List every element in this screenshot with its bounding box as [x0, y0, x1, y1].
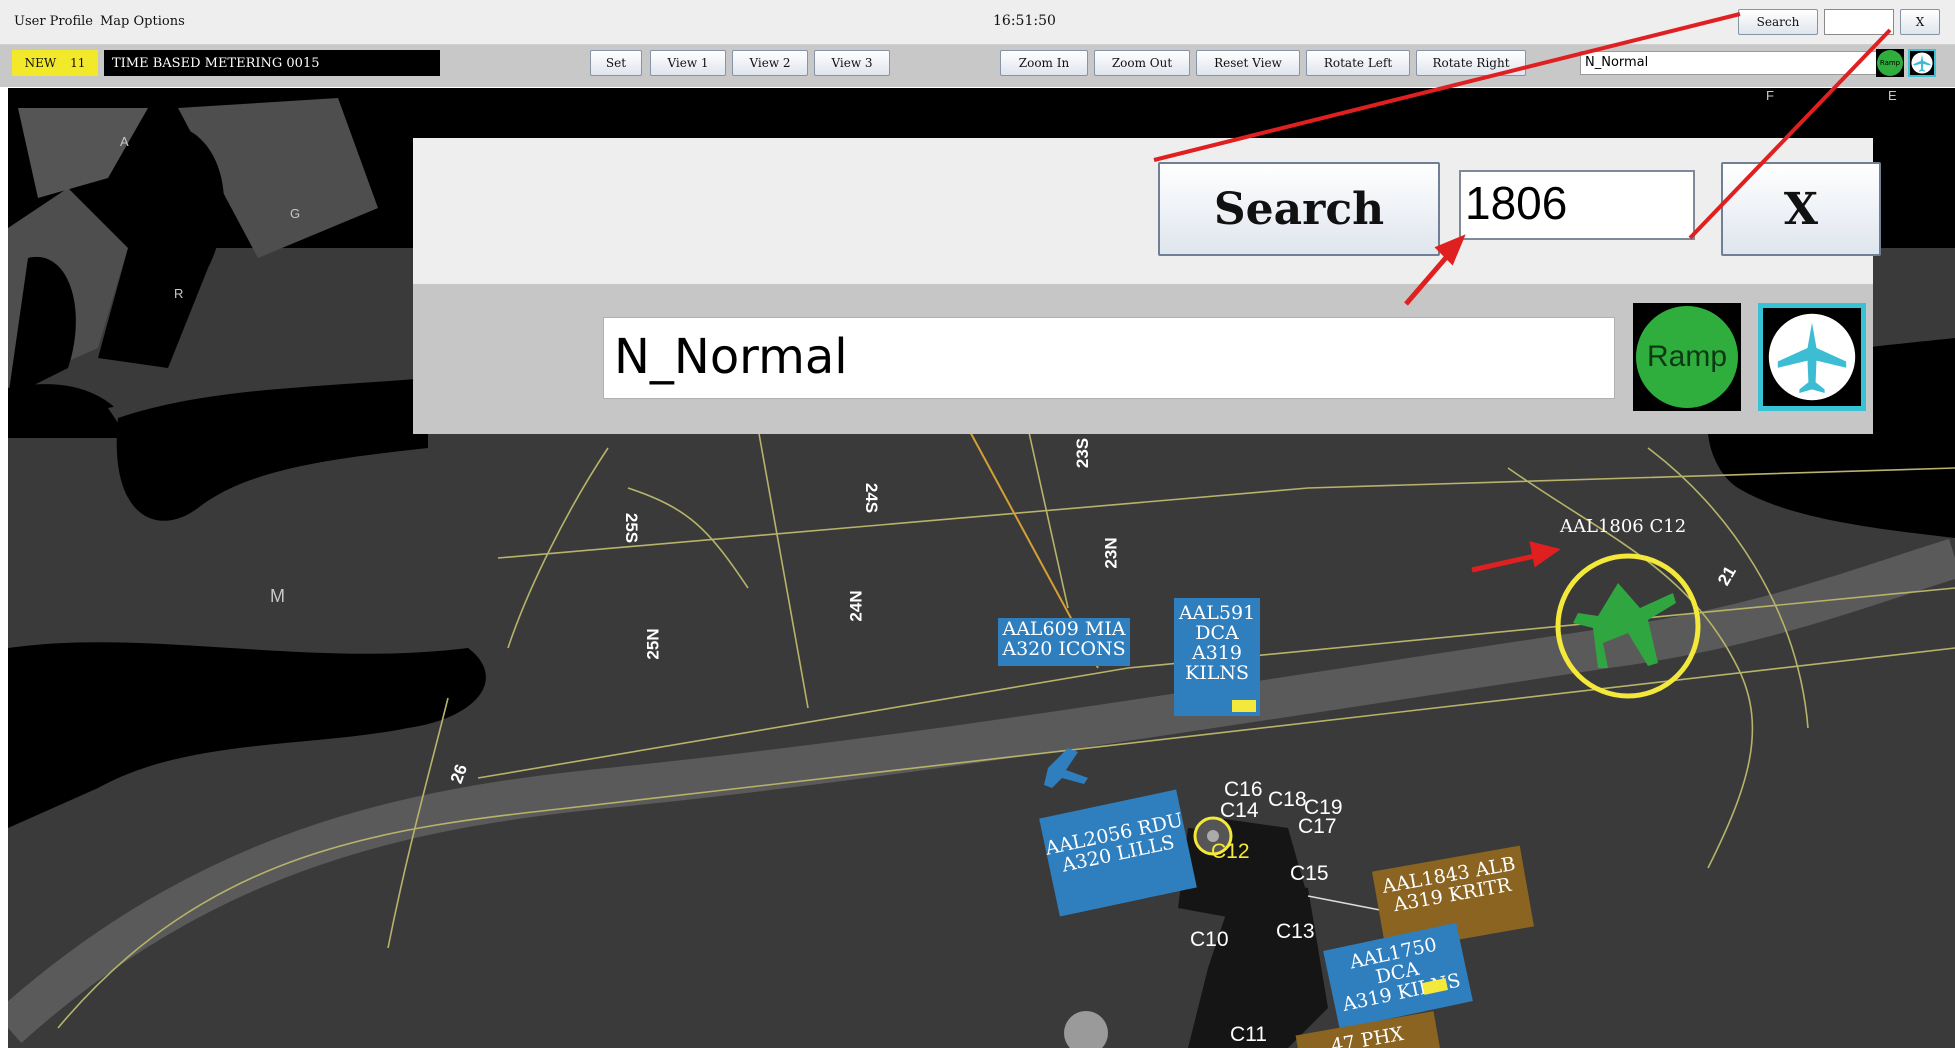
- set-button[interactable]: Set: [590, 50, 642, 76]
- zoom-search-input[interactable]: 1806: [1459, 170, 1695, 240]
- taxiway-label-24s: 24S: [862, 482, 882, 514]
- zone-label-g: G: [290, 206, 301, 221]
- gate-label: C18: [1268, 788, 1307, 811]
- flight-tag-aal1806[interactable]: AAL1806 C12: [1560, 516, 1687, 537]
- view2-button[interactable]: View 2: [732, 50, 808, 76]
- menu-user-profile[interactable]: User Profile: [14, 14, 93, 29]
- gate-label: C14: [1220, 799, 1259, 822]
- flight-line: A320 ICONS: [1002, 637, 1126, 660]
- menu-bar: User Profile Map Options 16:51:50 Search…: [0, 0, 1955, 45]
- gate-label: C10: [1190, 928, 1229, 951]
- flight-tag-aal609[interactable]: AAL609 MIA A320 ICONS: [998, 618, 1130, 666]
- flight-line: AAL591: [1178, 602, 1256, 624]
- zone-label-a: A: [120, 134, 129, 149]
- ramp-button[interactable]: Ramp: [1876, 49, 1904, 77]
- rotate-left-button[interactable]: Rotate Left: [1306, 50, 1410, 76]
- gate-label: C11: [1230, 1023, 1267, 1046]
- gate-label: C15: [1290, 862, 1329, 885]
- airplane-icon: [1768, 313, 1856, 401]
- taxiway-label-24n: 24N: [846, 590, 866, 622]
- metering-status: TIME BASED METERING 0015: [104, 50, 440, 76]
- taxiway-label-23n: 23N: [1101, 537, 1121, 569]
- new-label: NEW: [24, 56, 57, 70]
- gate-label: C13: [1276, 920, 1315, 943]
- profile-field[interactable]: N_Normal: [1580, 51, 1880, 75]
- zoom-ramp-label: Ramp: [1636, 306, 1738, 408]
- menu-map-options[interactable]: Map Options: [100, 14, 185, 29]
- flight-line: DCA: [1195, 621, 1239, 644]
- airplane-icon: [1911, 52, 1933, 74]
- status-marker: [1232, 700, 1256, 712]
- ramp-label: Ramp: [1877, 50, 1903, 76]
- zoom-close-button[interactable]: X: [1721, 162, 1881, 256]
- rotate-right-button[interactable]: Rotate Right: [1416, 50, 1526, 76]
- zone-label-f: F: [1766, 88, 1774, 103]
- zone-label-r: R: [174, 286, 184, 301]
- aircraft-toggle-button[interactable]: [1908, 49, 1936, 77]
- zoom-inset-panel: Search 1806 X N_Normal Ramp: [413, 138, 1881, 438]
- gate-label: C17: [1298, 815, 1337, 838]
- new-badge[interactable]: NEW 11: [12, 50, 98, 76]
- flight-line: KILNS: [1185, 661, 1249, 684]
- zone-label-e: E: [1888, 88, 1897, 103]
- flight-line: AAL609 MIA: [1002, 618, 1126, 640]
- zoom-ramp-button[interactable]: Ramp: [1633, 303, 1741, 411]
- zoom-aircraft-toggle-button[interactable]: [1758, 303, 1866, 411]
- taxiway-label-25n: 25N: [643, 628, 663, 660]
- search-input[interactable]: [1824, 9, 1894, 35]
- zoom-search-button[interactable]: Search: [1158, 162, 1440, 256]
- clock: 16:51:50: [993, 13, 1056, 29]
- taxiway-label-25s: 25S: [622, 512, 642, 544]
- flight-line: A319: [1192, 641, 1242, 664]
- flight-tag-aal591[interactable]: AAL591 DCA A319 KILNS: [1174, 598, 1260, 716]
- new-count: 11: [70, 56, 86, 70]
- view1-button[interactable]: View 1: [650, 50, 726, 76]
- taxiway-label-23s: 23S: [1073, 437, 1093, 469]
- close-button[interactable]: X: [1900, 9, 1940, 35]
- reset-view-button[interactable]: Reset View: [1196, 50, 1300, 76]
- zoom-out-button[interactable]: Zoom Out: [1094, 50, 1190, 76]
- zone-label-m: M: [270, 586, 285, 606]
- flight-line: AAL1806 C12: [1560, 516, 1687, 537]
- search-button[interactable]: Search: [1738, 9, 1818, 35]
- view3-button[interactable]: View 3: [814, 50, 890, 76]
- zoom-profile-field[interactable]: N_Normal: [603, 317, 1615, 399]
- gate-label: C12: [1211, 840, 1250, 863]
- zoom-in-button[interactable]: Zoom In: [1000, 50, 1088, 76]
